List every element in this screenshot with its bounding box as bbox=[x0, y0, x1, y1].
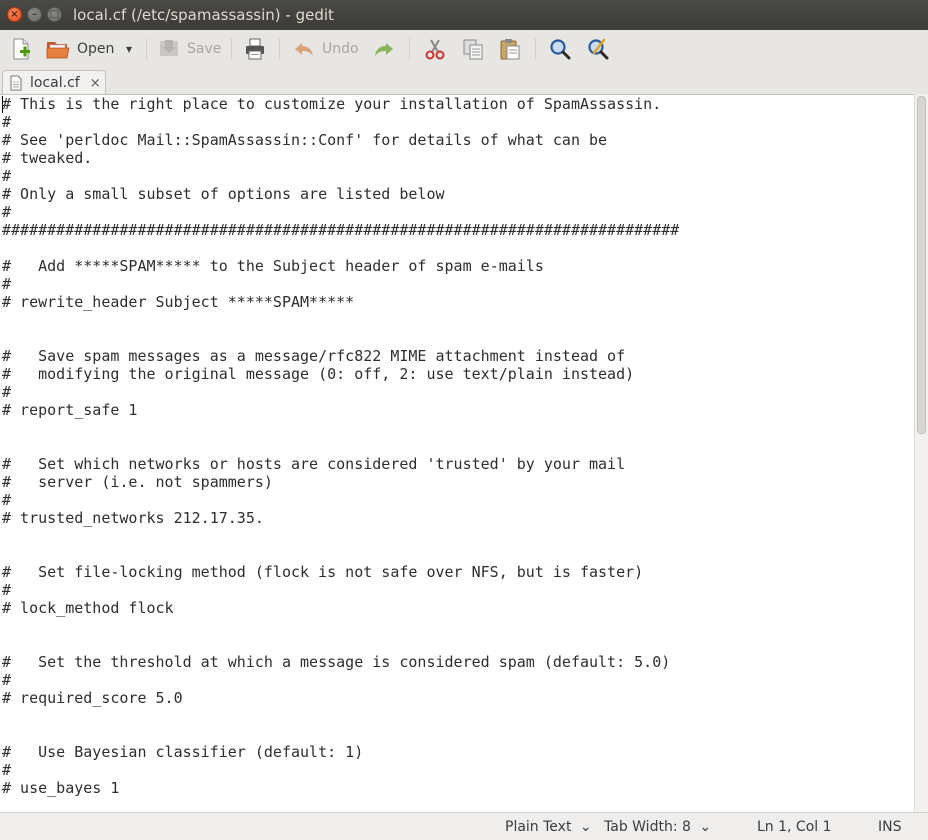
text-line[interactable]: # bbox=[2, 383, 679, 401]
insert-mode: INS bbox=[878, 819, 902, 835]
save-button[interactable]: Save bbox=[157, 35, 221, 63]
redo-button[interactable] bbox=[372, 35, 396, 63]
text-file-icon bbox=[10, 75, 22, 91]
text-line[interactable]: # bbox=[2, 761, 679, 779]
text-line[interactable] bbox=[2, 635, 679, 653]
text-line[interactable]: # rewrite_header Subject *****SPAM***** bbox=[2, 293, 679, 311]
paste-icon bbox=[500, 39, 520, 60]
text-line[interactable]: # bbox=[2, 203, 679, 221]
paste-button[interactable] bbox=[498, 35, 522, 63]
undo-icon bbox=[295, 43, 313, 56]
text-line[interactable]: # See 'perldoc Mail::SpamAssassin::Conf'… bbox=[2, 131, 679, 149]
text-line[interactable]: # lock_method flock bbox=[2, 599, 679, 617]
new-document-icon bbox=[13, 38, 30, 60]
text-line[interactable]: # This is the right place to customize y… bbox=[2, 95, 679, 113]
find-icon bbox=[550, 39, 571, 60]
text-editor[interactable]: # This is the right place to customize y… bbox=[0, 94, 914, 813]
open-recent-dropdown[interactable]: ▾ bbox=[126, 35, 132, 63]
document-text[interactable]: # This is the right place to customize y… bbox=[2, 95, 679, 797]
open-folder-icon bbox=[46, 42, 70, 59]
dropdown-arrow-icon: ▾ bbox=[126, 42, 133, 56]
toolbar-separator bbox=[279, 38, 280, 60]
window-close-button[interactable]: × bbox=[7, 7, 22, 22]
text-line[interactable]: # modifying the original message (0: off… bbox=[2, 365, 679, 383]
toolbar-separator bbox=[409, 38, 410, 60]
text-line[interactable] bbox=[2, 527, 679, 545]
language-label: Plain Text bbox=[505, 819, 572, 835]
scrollbar-thumb[interactable] bbox=[917, 96, 926, 434]
text-line[interactable]: # bbox=[2, 167, 679, 185]
text-line[interactable]: # Use Bayesian classifier (default: 1) bbox=[2, 743, 679, 761]
text-line[interactable] bbox=[2, 707, 679, 725]
text-line[interactable]: # required_score 5.0 bbox=[2, 689, 679, 707]
toolbar-separator bbox=[535, 38, 536, 60]
text-line[interactable]: # bbox=[2, 491, 679, 509]
chevron-down-icon: ⌄ bbox=[699, 819, 712, 835]
text-line[interactable]: # Only a small subset of options are lis… bbox=[2, 185, 679, 203]
save-label: Save bbox=[187, 41, 222, 57]
toolbar-separator bbox=[146, 38, 147, 60]
text-line[interactable]: # bbox=[2, 581, 679, 599]
text-line[interactable] bbox=[2, 239, 679, 257]
print-button[interactable] bbox=[243, 35, 267, 63]
language-selector[interactable]: Plain Text ⌄ bbox=[505, 819, 592, 835]
text-line[interactable]: # Add *****SPAM***** to the Subject head… bbox=[2, 257, 679, 275]
open-button[interactable]: Open bbox=[45, 35, 114, 63]
toolbar-separator bbox=[231, 38, 232, 60]
open-label: Open bbox=[77, 41, 115, 57]
text-line[interactable]: # Set the threshold at which a message i… bbox=[2, 653, 679, 671]
redo-icon bbox=[375, 43, 393, 56]
undo-label: Undo bbox=[322, 41, 359, 57]
text-line[interactable] bbox=[2, 311, 679, 329]
text-line[interactable]: # use_bayes 1 bbox=[2, 779, 679, 797]
text-line[interactable]: # Set which networks or hosts are consid… bbox=[2, 455, 679, 473]
tab-local-cf[interactable]: local.cf × bbox=[2, 70, 106, 95]
print-icon bbox=[246, 38, 264, 60]
text-line[interactable] bbox=[2, 437, 679, 455]
cut-icon bbox=[425, 39, 445, 60]
find-button[interactable] bbox=[548, 35, 572, 63]
vertical-scrollbar[interactable] bbox=[914, 94, 928, 812]
copy-icon bbox=[463, 39, 483, 60]
text-line[interactable]: # Set file-locking method (flock is not … bbox=[2, 563, 679, 581]
find-replace-button[interactable] bbox=[586, 35, 610, 63]
cut-button[interactable] bbox=[423, 35, 447, 63]
text-line[interactable]: # bbox=[2, 275, 679, 293]
text-line[interactable]: ########################################… bbox=[2, 221, 679, 239]
save-icon bbox=[160, 40, 178, 56]
text-line[interactable]: # bbox=[2, 671, 679, 689]
find-replace-icon bbox=[588, 38, 609, 60]
tab-bar: local.cf × bbox=[0, 68, 928, 95]
text-line[interactable]: # bbox=[2, 113, 679, 131]
title-bar: × – □ local.cf (/etc/spamassassin) - ged… bbox=[0, 0, 928, 30]
text-line[interactable] bbox=[2, 419, 679, 437]
text-line[interactable] bbox=[2, 545, 679, 563]
chevron-down-icon: ⌄ bbox=[579, 819, 592, 835]
status-bar: Plain Text ⌄ Tab Width: 8 ⌄ Ln 1, Col 1 … bbox=[0, 812, 928, 840]
window-maximize-button[interactable]: □ bbox=[47, 7, 62, 22]
tab-close-icon[interactable]: × bbox=[90, 76, 101, 91]
window-title: local.cf (/etc/spamassassin) - gedit bbox=[73, 6, 334, 24]
window-minimize-button[interactable]: – bbox=[27, 7, 42, 22]
text-line[interactable]: # server (i.e. not spammers) bbox=[2, 473, 679, 491]
text-line[interactable]: # report_safe 1 bbox=[2, 401, 679, 419]
text-line[interactable] bbox=[2, 617, 679, 635]
new-document-button[interactable] bbox=[9, 35, 33, 63]
text-line[interactable] bbox=[2, 725, 679, 743]
text-line[interactable]: # tweaked. bbox=[2, 149, 679, 167]
text-line[interactable] bbox=[2, 329, 679, 347]
tab-label: local.cf bbox=[30, 75, 80, 91]
tab-width-label: Tab Width: 8 bbox=[604, 819, 691, 835]
tab-width-selector[interactable]: Tab Width: 8 ⌄ bbox=[604, 819, 711, 835]
copy-button[interactable] bbox=[461, 35, 485, 63]
text-line[interactable]: # trusted_networks 212.17.35. bbox=[2, 509, 679, 527]
toolbar: Open ▾ Save Undo bbox=[0, 30, 928, 69]
text-line[interactable]: # Save spam messages as a message/rfc822… bbox=[2, 347, 679, 365]
undo-button[interactable]: Undo bbox=[292, 35, 359, 63]
cursor-position: Ln 1, Col 1 bbox=[757, 819, 832, 835]
